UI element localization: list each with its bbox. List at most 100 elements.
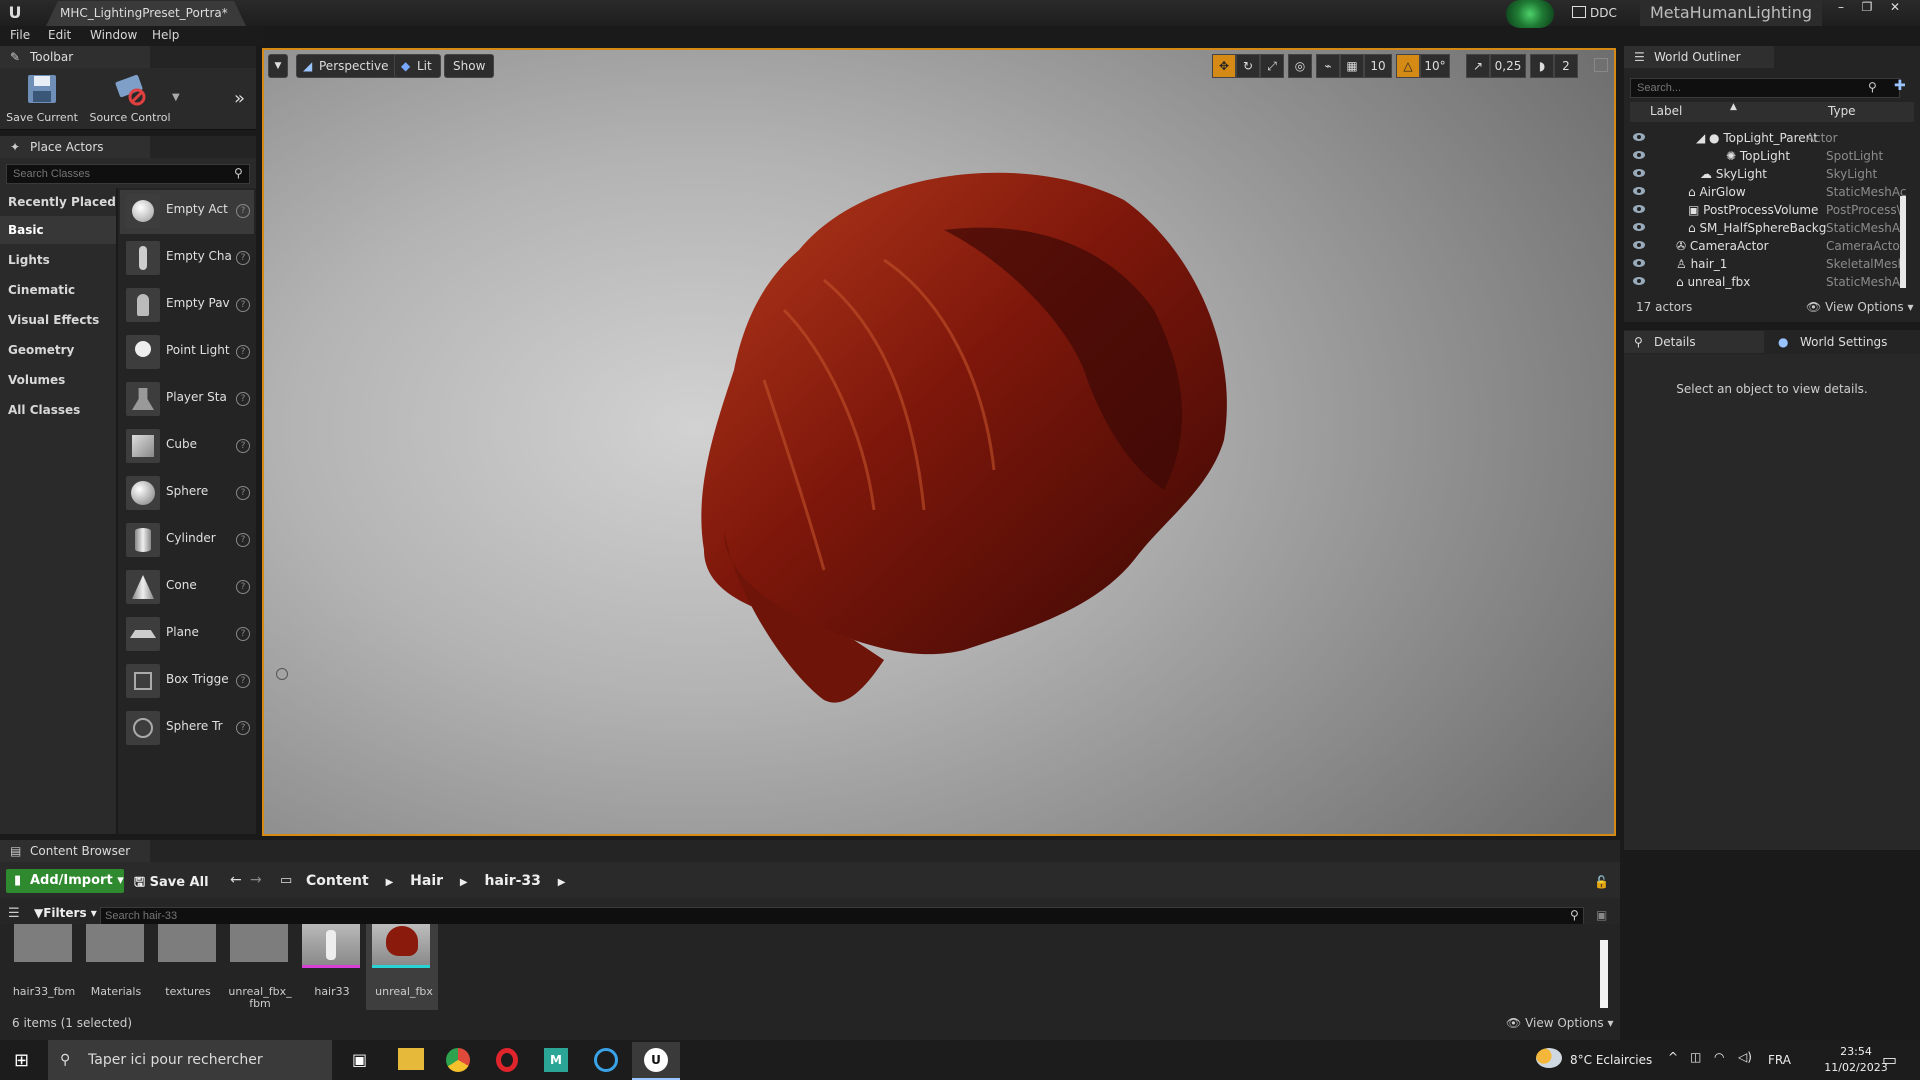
visibility-eye-icon[interactable] (1632, 258, 1646, 268)
rotate-tool-icon[interactable]: ↻ (1236, 54, 1260, 78)
category-visual-effects[interactable]: Visual Effects (0, 306, 116, 334)
weather-text[interactable]: 8°C Eclaircies (1570, 1053, 1652, 1067)
actor-item[interactable]: Empty Act? (120, 190, 254, 234)
actor-item[interactable]: Sphere? (120, 472, 254, 516)
language-indicator[interactable]: FRA (1768, 1053, 1791, 1067)
tray-expand-icon[interactable]: ^ (1668, 1050, 1678, 1064)
help-icon[interactable]: ? (236, 392, 250, 406)
category-recently-placed[interactable]: Recently Placed (0, 188, 116, 216)
grid-snap-value[interactable]: 10 (1364, 54, 1392, 78)
breadcrumb-separator-icon[interactable]: ▶ (558, 877, 566, 888)
perspective-button[interactable]: ◢ Perspective (296, 54, 398, 78)
world-settings-tab[interactable]: ● World Settings (1770, 331, 1910, 353)
asset-tile[interactable]: unreal_fbx_ fbm (224, 924, 292, 1012)
translate-tool-icon[interactable]: ✥ (1212, 54, 1236, 78)
category-volumes[interactable]: Volumes (0, 366, 116, 394)
pin-icon[interactable]: ✚ (1894, 78, 1906, 94)
help-icon[interactable]: ? (236, 627, 250, 641)
menu-file[interactable]: File (10, 28, 30, 42)
chrome-icon[interactable] (446, 1048, 470, 1072)
camera-speed-value[interactable]: 2 (1554, 54, 1578, 78)
column-type-header[interactable]: Type (1828, 104, 1856, 118)
breadcrumb-content[interactable]: Content (306, 873, 369, 889)
content-search-input[interactable] (100, 907, 1584, 925)
outliner-row[interactable]: ◢ ● TopLight_Parent Actor (1630, 129, 1906, 147)
breadcrumb-hair[interactable]: Hair (410, 873, 443, 889)
show-button[interactable]: Show (444, 54, 495, 78)
category-basic[interactable]: Basic (0, 216, 116, 244)
save-current-button[interactable]: Save Current (6, 72, 78, 124)
outliner-view-options[interactable]: 👁 View Options ▾ (1806, 300, 1914, 314)
category-geometry[interactable]: Geometry (0, 336, 116, 364)
help-icon[interactable]: ? (236, 204, 250, 218)
rotation-snap-value[interactable]: 10° (1420, 54, 1450, 78)
category-cinematic[interactable]: Cinematic (0, 276, 116, 304)
source-control-dropdown-icon[interactable]: ▼ (172, 92, 180, 103)
outliner-row[interactable]: ♙ hair_1 SkeletalMesh (1630, 255, 1906, 273)
menu-help[interactable]: Help (152, 28, 179, 42)
actor-item[interactable]: Point Light? (120, 331, 254, 375)
add-import-button[interactable]: ▮ Add/Import ▾ (6, 869, 124, 893)
search-classes-input[interactable] (6, 164, 250, 184)
asset-tile[interactable]: Materials (80, 924, 148, 1012)
maximize-viewport-icon[interactable] (1594, 58, 1608, 72)
outliner-row[interactable]: ⌂ AirGlow StaticMeshAc (1630, 183, 1906, 201)
weather-icon[interactable] (1536, 1048, 1562, 1068)
asset-tile[interactable]: hair33 (296, 924, 364, 1012)
ddc-label[interactable]: DDC (1590, 2, 1644, 24)
search-icon[interactable]: ⚲ (234, 166, 243, 180)
help-icon[interactable]: ? (236, 439, 250, 453)
help-icon[interactable]: ? (236, 580, 250, 594)
category-all-classes[interactable]: All Classes (0, 396, 116, 424)
minimize-icon[interactable]: – (1830, 0, 1852, 16)
scale-snap-value[interactable]: 0,25 (1490, 54, 1526, 78)
sources-panel-toggle-icon[interactable]: ☰ (8, 906, 20, 921)
actor-item[interactable]: Cube? (120, 425, 254, 469)
content-scrollbar[interactable] (1600, 940, 1608, 1008)
asset-tile-selected[interactable]: unreal_fbx (366, 924, 438, 1010)
help-icon[interactable]: ? (236, 298, 250, 312)
actor-item[interactable]: Cone? (120, 566, 254, 610)
visibility-eye-icon[interactable] (1632, 276, 1646, 286)
details-tab[interactable]: ⚲ Details (1624, 331, 1764, 353)
help-icon[interactable]: ? (236, 721, 250, 735)
category-lights[interactable]: Lights (0, 246, 116, 274)
source-control-status-icon[interactable] (1506, 0, 1554, 28)
help-icon[interactable]: ? (236, 251, 250, 265)
actor-item[interactable]: Sphere Tr? (120, 707, 254, 751)
app-c-icon[interactable] (594, 1048, 618, 1072)
maximize-icon[interactable]: ❐ (1856, 0, 1878, 16)
expand-toolbar-icon[interactable]: » (234, 88, 245, 109)
scale-tool-icon[interactable]: ⤢ (1260, 54, 1284, 78)
scale-snap-icon[interactable]: ↗ (1466, 54, 1490, 78)
search-icon[interactable]: ⚲ (1570, 908, 1579, 922)
visibility-eye-icon[interactable] (1632, 132, 1646, 142)
help-icon[interactable]: ? (236, 486, 250, 500)
forward-arrow-icon[interactable]: → (250, 872, 262, 888)
surface-snap-icon[interactable]: ⌁ (1316, 54, 1340, 78)
close-icon[interactable]: ✕ (1884, 0, 1906, 16)
visibility-eye-icon[interactable] (1632, 186, 1646, 196)
opera-icon[interactable] (496, 1048, 518, 1072)
outliner-search-input[interactable] (1630, 78, 1900, 98)
asset-tile[interactable]: textures (152, 924, 220, 1012)
place-actors-tab[interactable]: ✦ Place Actors (0, 136, 150, 158)
metahuman-app-icon[interactable]: M (544, 1048, 568, 1072)
task-view-icon[interactable]: ▣ (352, 1050, 367, 1069)
unreal-taskbar-button[interactable]: U (632, 1042, 680, 1080)
outliner-row[interactable]: ▣ PostProcessVolume PostProcess\ (1630, 201, 1906, 219)
visibility-eye-icon[interactable] (1632, 240, 1646, 250)
help-icon[interactable]: ? (236, 345, 250, 359)
breadcrumb-hair-33[interactable]: hair-33 (485, 873, 541, 889)
actor-item[interactable]: Box Trigge? (120, 660, 254, 704)
search-icon[interactable]: ⚲ (1868, 80, 1877, 94)
asset-tile[interactable]: hair33_fbm (8, 924, 76, 1012)
filters-button[interactable]: ▼Filters ▾ (34, 906, 97, 920)
actor-item[interactable]: Plane? (120, 613, 254, 657)
network-icon[interactable]: ◫ (1690, 1050, 1701, 1064)
outliner-row[interactable]: ✺ TopLight SpotLight (1630, 147, 1906, 165)
notifications-icon[interactable]: ▭ (1882, 1050, 1897, 1069)
help-icon[interactable]: ? (236, 674, 250, 688)
menu-edit[interactable]: Edit (48, 28, 71, 42)
actor-item[interactable]: Empty Pav? (120, 284, 254, 328)
